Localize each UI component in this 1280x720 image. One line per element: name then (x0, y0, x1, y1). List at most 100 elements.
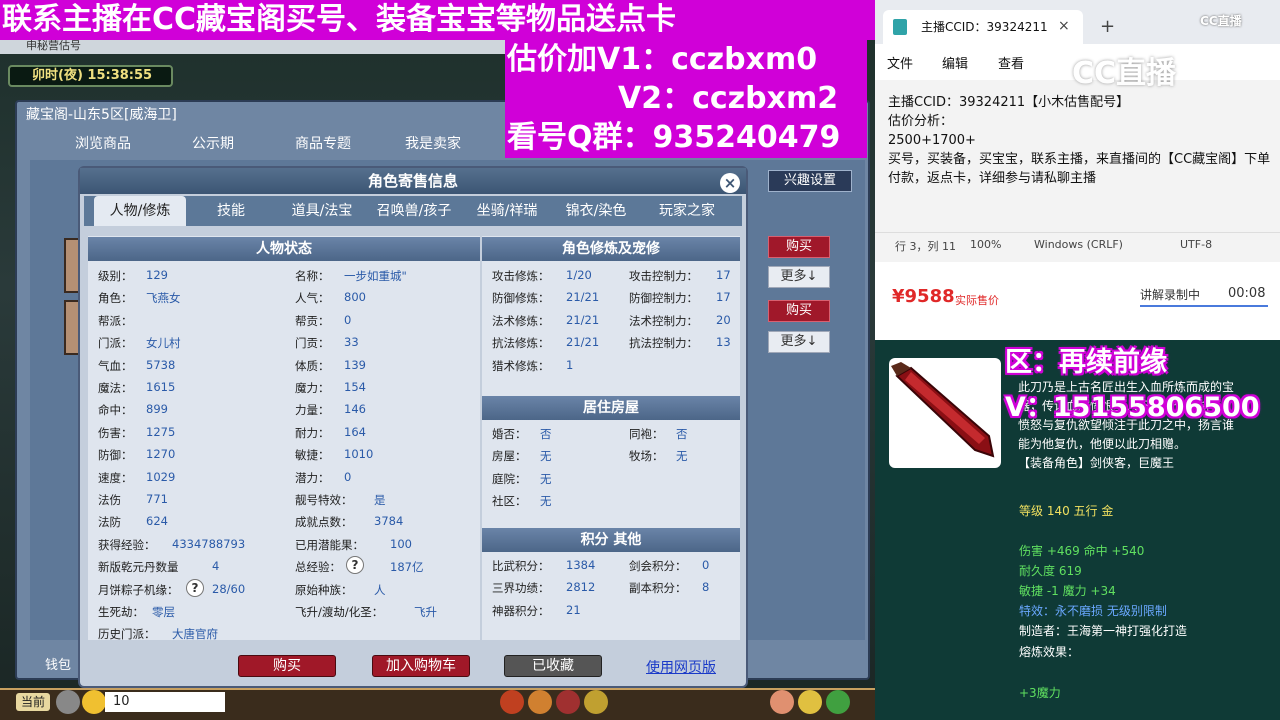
toolbar-item-icon[interactable] (826, 690, 850, 714)
help-icon[interactable]: ? (186, 579, 204, 597)
status-key: 已用潜能果： (295, 537, 364, 552)
status-key: 获得经验： (98, 537, 156, 552)
status-value: 是 (374, 493, 386, 507)
status-cursor: 行 3，列 11 (895, 240, 956, 253)
house-key: 同袍： (629, 427, 664, 441)
status-value: 28/60 (212, 581, 246, 596)
status-value: 146 (344, 402, 366, 417)
status-key: 总经验： (295, 560, 341, 575)
control-key: 抗法控制力： (629, 336, 698, 351)
notepad-icon (893, 19, 907, 35)
menu-view[interactable]: 查看 (998, 53, 1024, 72)
status-value: 4 (212, 559, 220, 574)
favorited-button[interactable]: 已收藏 (504, 655, 602, 677)
status-key: 法伤 (98, 493, 121, 507)
control-key: 攻击控制力： (629, 269, 698, 283)
promo-line: 估价加V1：cczbxm0 (507, 42, 818, 77)
notepad-tab[interactable]: 主播CCID：39324211 (883, 10, 1083, 44)
house-value: 无 (676, 449, 688, 464)
tab-home[interactable]: 玩家之家 (642, 196, 732, 226)
status-value: 1029 (146, 469, 176, 484)
item-desc-line: 能为他复仇，他便以此刀相赠。 (1018, 437, 1187, 451)
tab-character[interactable]: 人物/修炼 (94, 196, 186, 226)
interest-settings-button[interactable]: 兴趣设置 (768, 170, 852, 192)
close-icon[interactable]: × (720, 173, 740, 193)
toolbar-item-icon[interactable] (584, 690, 608, 714)
status-key: 月饼粽子机缘： (98, 582, 179, 597)
status-value: 139 (344, 357, 366, 372)
web-version-link[interactable]: 使用网页版 (646, 657, 716, 677)
tab-items[interactable]: 道具/法宝 (278, 196, 366, 226)
toolbar-item-icon[interactable] (556, 690, 580, 714)
house-key: 婚否： (492, 427, 527, 441)
house-key: 庭院： (492, 471, 527, 486)
chat-input[interactable]: 10 (105, 692, 225, 712)
toolbar-item-icon[interactable] (500, 690, 524, 714)
score-value: 2812 (566, 580, 596, 595)
store-tab-seller[interactable]: 我是卖家 (378, 130, 488, 158)
status-value: 100 (390, 536, 412, 551)
notepad-text[interactable]: 主播CCID：39324211【小木估售配号】 估价分析： 2500+1700+… (888, 93, 1273, 188)
house-value: 无 (540, 449, 552, 464)
status-key: 人气： (295, 291, 330, 306)
status-value: 1010 (344, 447, 374, 462)
score-key: 剑会积分： (629, 559, 687, 573)
house-value: 无 (540, 471, 552, 486)
status-value: 1270 (146, 447, 176, 462)
status-key: 力量： (295, 403, 330, 418)
menu-edit[interactable]: 编辑 (942, 53, 968, 72)
status-value: 3784 (374, 514, 404, 529)
tab-pets[interactable]: 召唤兽/孩子 (368, 196, 460, 226)
microphone-icon[interactable] (56, 690, 80, 714)
control-value: 13 (716, 335, 731, 350)
item-stat-line: 伤害 +469 命中 +540 (1019, 544, 1145, 558)
chat-channel-chip[interactable]: 当前 (16, 693, 50, 711)
promo-banner: 联系主播在CC藏宝阁买号、装备宝宝等物品送点卡 (0, 0, 875, 40)
emoji-icon[interactable] (82, 690, 106, 714)
status-key: 帮贡： (295, 313, 330, 328)
status-value: 154 (344, 380, 366, 394)
add-to-cart-button[interactable]: 加入购物车 (372, 655, 470, 677)
buy-button[interactable]: 购买 (238, 655, 336, 677)
status-key: 历史门派： (98, 627, 156, 642)
listing-more-button[interactable]: 更多↓ (768, 331, 830, 353)
status-key: 飞升/渡劫/化圣： (295, 605, 384, 619)
menu-file[interactable]: 文件 (887, 53, 913, 72)
tab-outfits[interactable]: 锦衣/染色 (554, 196, 638, 226)
status-header: 人物状态 (88, 237, 480, 261)
listing-buy-button[interactable]: 购买 (768, 236, 830, 258)
score-key: 副本积分： (629, 581, 687, 596)
status-key: 级别： (98, 269, 133, 283)
status-key: 角色： (98, 291, 133, 306)
item-stat-line: 等级 140 五行 金 (1019, 504, 1114, 518)
close-icon[interactable]: × (1058, 18, 1070, 34)
game-time: 卯时(夜) 15:38:55 (8, 65, 173, 87)
status-key: 潜力： (295, 470, 330, 485)
house-key: 牧场： (629, 449, 664, 464)
cultivation-value: 21/21 (566, 335, 600, 350)
item-stat-line: +3魔力 (1019, 686, 1061, 700)
tab-mounts[interactable]: 坐骑/祥瑞 (462, 196, 552, 226)
store-tab-topics[interactable]: 商品专题 (268, 130, 378, 158)
new-tab-icon[interactable]: + (1100, 16, 1115, 37)
cc-corner-logo: CC直播 (1200, 14, 1242, 28)
store-tab-public[interactable]: 公示期 (158, 130, 268, 158)
listing-buy-button[interactable]: 购买 (768, 300, 830, 322)
listing-more-button[interactable]: 更多↓ (768, 266, 830, 288)
game-browser-tab[interactable]: 申秘营估号 (0, 38, 505, 54)
toolbar-item-icon[interactable] (798, 690, 822, 714)
item-stat-line: 耐久度 619 (1019, 564, 1082, 578)
toolbar-item-icon[interactable] (528, 690, 552, 714)
dialog-title: 角色寄售信息 (80, 168, 746, 194)
status-key: 耐力： (295, 425, 330, 440)
house-key: 房屋： (492, 449, 527, 464)
status-value: 33 (344, 335, 359, 350)
recording-progress (1140, 305, 1268, 307)
help-icon[interactable]: ? (346, 556, 364, 574)
status-value: 女儿村 (146, 336, 181, 351)
tab-skills[interactable]: 技能 (190, 196, 272, 226)
store-tab-browse[interactable]: 浏览商品 (48, 130, 158, 158)
toolbar-item-icon[interactable] (770, 690, 794, 714)
item-stat-line: 敏捷 -1 魔力 +34 (1019, 584, 1116, 598)
promo-box: 估价加V1：cczbxm0 V2：cczbxm2 看号Q群：935240479 (505, 40, 867, 158)
